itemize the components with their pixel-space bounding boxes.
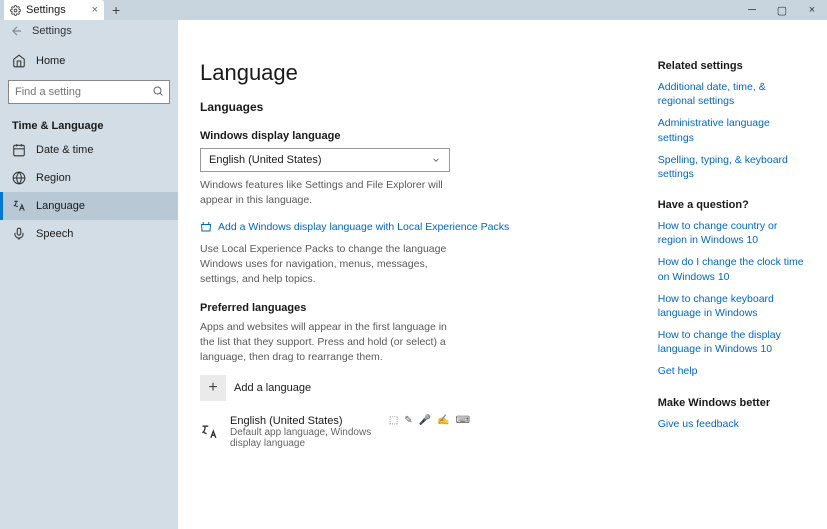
title-bar: Settings × + ─ ▢ ×	[0, 0, 827, 20]
settings-icon	[10, 5, 21, 16]
header-title: Settings	[32, 25, 72, 37]
feedback-link[interactable]: Give us feedback	[658, 417, 805, 431]
handwriting-icon: ✍	[437, 415, 449, 426]
languages-heading: Languages	[200, 100, 658, 114]
store-icon	[200, 221, 212, 233]
search-container	[8, 80, 170, 104]
help-link[interactable]: How to change keyboard language in Windo…	[658, 292, 805, 320]
sidebar-item-label: Speech	[36, 228, 73, 240]
help-link[interactable]: How do I change the clock time on Window…	[658, 255, 805, 283]
microphone-icon	[12, 227, 26, 241]
local-experience-packs-link[interactable]: Add a Windows display language with Loca…	[200, 221, 509, 233]
language-glyph-icon	[200, 419, 220, 445]
sidebar: Home Time & Language Date & time Region …	[0, 42, 178, 529]
sidebar-item-region[interactable]: Region	[0, 164, 178, 192]
calendar-icon	[12, 143, 26, 157]
aside-panel: Related settings Additional date, time, …	[658, 60, 805, 511]
maximize-button[interactable]: ▢	[767, 0, 797, 20]
question-title: Have a question?	[658, 199, 805, 211]
search-input[interactable]	[8, 80, 170, 104]
plus-icon: +	[200, 375, 226, 401]
language-subtext: Default app language, Windows display la…	[230, 427, 389, 449]
add-language-label: Add a language	[234, 382, 311, 394]
sidebar-item-label: Language	[36, 200, 85, 212]
main-content: Language Languages Windows display langu…	[200, 60, 658, 511]
tts-icon: ✎	[404, 415, 412, 426]
related-settings-title: Related settings	[658, 60, 805, 72]
globe-icon	[12, 171, 26, 185]
help-link[interactable]: How to change the display language in Wi…	[658, 328, 805, 356]
header-bar: Settings	[0, 20, 827, 42]
keyboard-icon: ⌨	[456, 415, 470, 426]
language-name: English (United States)	[230, 415, 389, 427]
sidebar-item-label: Date & time	[36, 144, 93, 156]
sidebar-category: Time & Language	[0, 112, 178, 136]
display-language-value: English (United States)	[209, 154, 322, 166]
tab-label: Settings	[26, 4, 66, 16]
sidebar-item-date-time[interactable]: Date & time	[0, 136, 178, 164]
help-link[interactable]: Get help	[658, 364, 805, 378]
feedback-title: Make Windows better	[658, 397, 805, 409]
language-item[interactable]: English (United States) Default app lang…	[200, 415, 389, 449]
related-link[interactable]: Administrative language settings	[658, 116, 805, 144]
chevron-down-icon	[431, 155, 441, 165]
sidebar-item-label: Region	[36, 172, 71, 184]
language-indicators: ⬚ ✎ 🎤 ✍ ⌨	[389, 415, 470, 426]
related-link[interactable]: Spelling, typing, & keyboard settings	[658, 153, 805, 181]
speech-icon: 🎤	[419, 415, 431, 426]
sidebar-item-speech[interactable]: Speech	[0, 220, 178, 248]
language-icon	[12, 199, 26, 213]
preferred-languages-desc: Apps and websites will appear in the fir…	[200, 320, 460, 364]
add-language-button[interactable]: + Add a language	[200, 375, 658, 401]
back-button[interactable]	[10, 24, 24, 38]
new-tab-button[interactable]: +	[112, 2, 120, 18]
display-language-select[interactable]: English (United States)	[200, 148, 450, 172]
display-language-desc: Windows features like Settings and File …	[200, 178, 460, 207]
preferred-languages-label: Preferred languages	[200, 302, 658, 314]
sidebar-item-language[interactable]: Language	[0, 192, 178, 220]
home-icon	[12, 54, 26, 68]
link-text: Add a Windows display language with Loca…	[218, 221, 509, 233]
local-packs-desc: Use Local Experience Packs to change the…	[200, 242, 460, 286]
display-icon: ⬚	[389, 415, 398, 426]
help-link[interactable]: How to change country or region in Windo…	[658, 219, 805, 247]
close-tab-icon[interactable]: ×	[92, 4, 98, 16]
home-button[interactable]: Home	[0, 48, 178, 74]
close-button[interactable]: ×	[797, 0, 827, 20]
page-title: Language	[200, 60, 658, 86]
related-link[interactable]: Additional date, time, & regional settin…	[658, 80, 805, 108]
home-label: Home	[36, 55, 65, 67]
search-icon	[152, 85, 164, 97]
window-tab[interactable]: Settings ×	[4, 0, 104, 20]
display-language-label: Windows display language	[200, 130, 658, 142]
minimize-button[interactable]: ─	[737, 0, 767, 20]
